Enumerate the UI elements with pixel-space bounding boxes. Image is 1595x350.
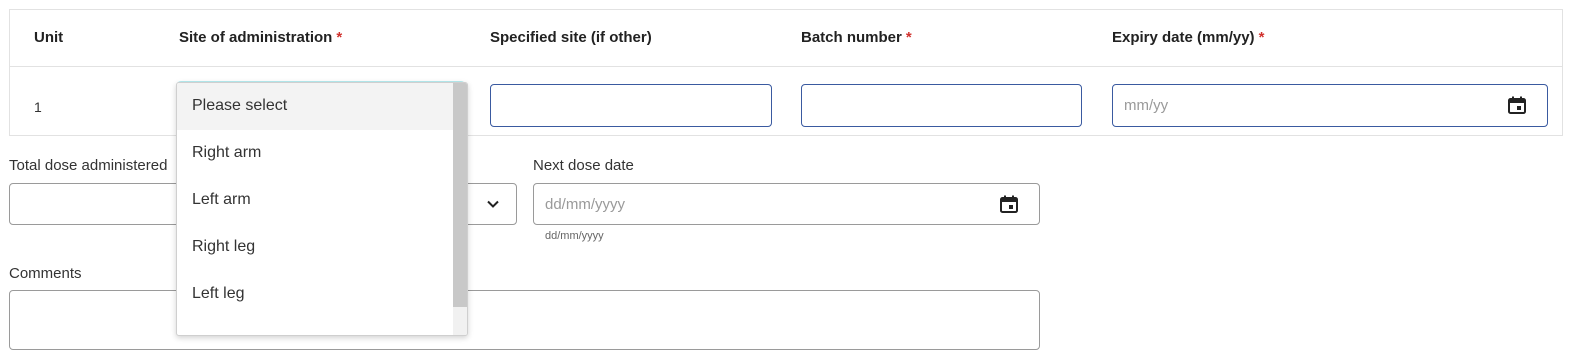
required-marker: * xyxy=(905,29,912,46)
total-dose-label: Total dose administered xyxy=(9,157,168,174)
next-dose-placeholder: dd/mm/yyyy xyxy=(545,196,626,213)
required-marker: * xyxy=(1258,29,1265,46)
header-specified-site: Specified site (if other) xyxy=(490,29,652,46)
dropdown-option[interactable]: Right leg xyxy=(177,224,453,271)
batch-number-input[interactable] xyxy=(801,84,1082,127)
expiry-placeholder: mm/yy xyxy=(1124,97,1169,114)
unit-cell: 1 xyxy=(34,99,42,115)
dropdown-scrollbar[interactable] xyxy=(453,83,467,335)
next-dose-label: Next dose date xyxy=(533,157,634,174)
dropdown-option[interactable]: Left arm xyxy=(177,177,453,224)
next-dose-date-input[interactable]: dd/mm/yyyy xyxy=(533,183,1040,225)
required-marker: * xyxy=(336,29,343,46)
table-header-row: Unit Site of administration * Specified s… xyxy=(10,10,1562,67)
site-dropdown-list: Please select Right arm Left arm Right l… xyxy=(176,82,468,336)
chevron-down-icon[interactable] xyxy=(485,196,501,212)
next-dose-hint: dd/mm/yyyy xyxy=(545,230,604,242)
expiry-date-input[interactable]: mm/yy xyxy=(1112,84,1548,127)
comments-label: Comments xyxy=(9,265,82,282)
calendar-icon[interactable] xyxy=(999,194,1019,214)
dropdown-option[interactable]: Please select xyxy=(177,83,453,130)
dropdown-scroll-thumb[interactable] xyxy=(453,83,467,307)
header-expiry: Expiry date (mm/yy) * xyxy=(1112,29,1265,46)
dropdown-option[interactable]: Right arm xyxy=(177,130,453,177)
header-site: Site of administration * xyxy=(179,29,343,46)
calendar-icon[interactable] xyxy=(1507,95,1527,115)
comments-textarea[interactable] xyxy=(9,290,1040,350)
header-unit: Unit xyxy=(34,29,64,46)
specified-site-input[interactable] xyxy=(490,84,772,127)
dropdown-option[interactable]: Left leg xyxy=(177,271,453,318)
header-batch: Batch number * xyxy=(801,29,912,46)
